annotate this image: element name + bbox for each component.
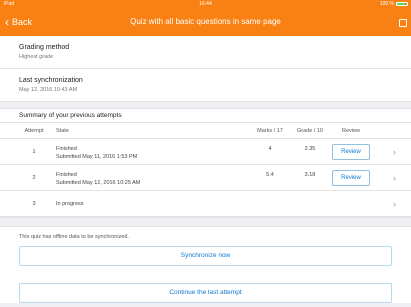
- last-sync-title: Last synchronization: [19, 77, 83, 84]
- sync-section: This quiz has offline data to be synchro…: [0, 226, 411, 303]
- summary-title: Summary of your previous attempts: [0, 109, 411, 123]
- review-button[interactable]: Review: [332, 170, 370, 186]
- attempt-row-3[interactable]: 3 In progress ›: [0, 191, 411, 217]
- back-button[interactable]: ‹ Back: [5, 8, 32, 36]
- header-grade: Grade / 10: [297, 128, 323, 134]
- attempt-grade: 2.35: [304, 146, 316, 152]
- last-sync-item: Last synchronization May 12, 2016 10:43 …: [0, 69, 411, 102]
- last-sync-value: May 12, 2016 10:43 AM: [19, 87, 78, 93]
- back-label: Back: [12, 17, 33, 27]
- grading-method-value: Highest grade: [19, 54, 54, 60]
- attempt-marks: 4: [268, 146, 272, 152]
- attempt-row-1[interactable]: 1 Finished Submitted May 11, 2016 1:53 P…: [0, 139, 411, 165]
- chevron-right-icon: ›: [393, 147, 396, 157]
- context-menu-icon[interactable]: [399, 19, 407, 27]
- attempt-marks: 5.4: [266, 172, 274, 178]
- review-button[interactable]: Review: [332, 144, 370, 160]
- header-review: Review: [341, 128, 361, 134]
- attempt-state: Finished Submitted May 12, 2016 10:25 AM: [56, 171, 140, 187]
- grading-method-title: Grading method: [19, 44, 70, 51]
- header-marks: Marks / 17: [257, 128, 283, 134]
- submitted-label: Submitted May 11, 2016 1:53 PM: [56, 154, 138, 160]
- page-title: Quiz with all basic questions in same pa…: [130, 17, 281, 26]
- clock: 16:44: [199, 1, 212, 7]
- header-state: State: [56, 128, 69, 134]
- header-attempt: Attempt: [24, 128, 44, 134]
- attempt-row-2[interactable]: 2 Finished Submitted May 12, 2016 10:25 …: [0, 165, 411, 191]
- main-content: Grading method Highest grade Last synchr…: [0, 36, 411, 303]
- chevron-right-icon: ›: [393, 173, 396, 183]
- state-label: In progress: [56, 201, 84, 207]
- attempts-summary: Summary of your previous attempts Attemp…: [0, 108, 411, 218]
- state-label: Finished: [56, 172, 77, 178]
- table-header-row: Attempt State Marks / 17 Grade / 10 Revi…: [0, 123, 411, 139]
- synchronize-button[interactable]: Synchronize now: [19, 246, 392, 266]
- chevron-left-icon: ‹: [5, 15, 9, 29]
- offline-data-note: This quiz has offline data to be synchro…: [19, 234, 129, 240]
- attempt-grade: 3.18: [304, 172, 316, 178]
- nav-bar: ‹ Back Quiz with all basic questions in …: [0, 8, 411, 36]
- info-list: Grading method Highest grade Last synchr…: [0, 36, 411, 102]
- status-bar: iPad 16:44 100 %: [0, 0, 411, 8]
- battery-icon: [396, 2, 408, 6]
- submitted-label: Submitted May 12, 2016 10:25 AM: [56, 180, 141, 186]
- attempt-number: 1: [32, 149, 36, 155]
- continue-attempt-button[interactable]: Continue the last attempt: [19, 283, 392, 303]
- attempt-number: 3: [32, 201, 36, 207]
- attempt-state: Finished Submitted May 11, 2016 1:53 PM: [56, 145, 137, 161]
- battery-percent: 100 %: [379, 1, 394, 7]
- chevron-right-icon: ›: [393, 199, 396, 209]
- state-label: Finished: [56, 146, 77, 152]
- grading-method-item: Grading method Highest grade: [0, 36, 411, 69]
- attempt-number: 2: [32, 175, 36, 181]
